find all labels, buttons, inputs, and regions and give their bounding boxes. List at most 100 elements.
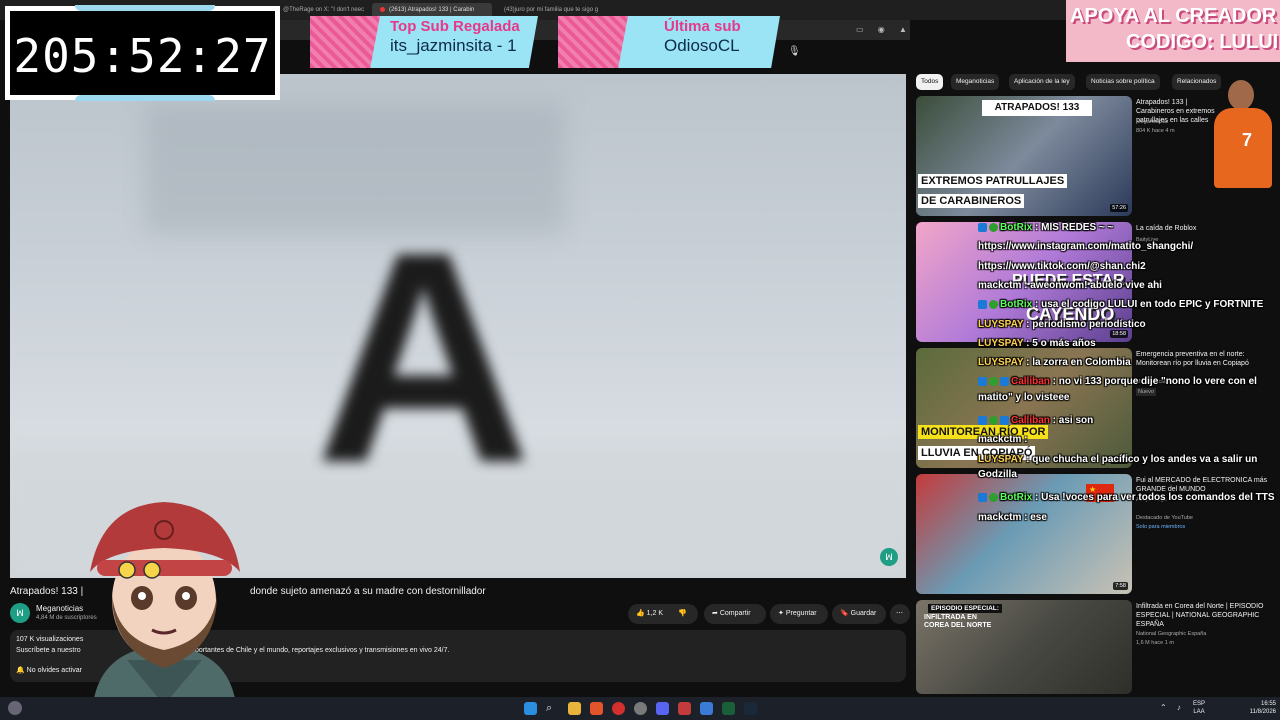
chat-username[interactable]: mackctm xyxy=(978,280,1021,291)
chat-badge-icon xyxy=(989,300,998,310)
chat-message: Calliban : no vi 133 porque dije "nono l… xyxy=(978,374,1278,405)
chat-text: asi son xyxy=(1058,415,1094,426)
start-icon[interactable] xyxy=(524,702,537,715)
video-duration: 7:58 xyxy=(1113,582,1128,590)
system-tray[interactable]: ⌃ ♪ xyxy=(1160,703,1185,712)
thumbs-down-icon[interactable]: 👎 xyxy=(678,604,687,624)
youtube-icon xyxy=(380,6,385,12)
chat-separator: : xyxy=(1049,376,1059,388)
chat-username[interactable]: LUYSPAY xyxy=(978,454,1023,465)
save-button[interactable]: 🔖 Guardar xyxy=(832,604,886,624)
brave-browser-icon[interactable] xyxy=(590,702,603,715)
bell-icon: 🔔 xyxy=(16,667,25,674)
search-icon[interactable]: ⌕ xyxy=(546,702,559,715)
chip-aplicacion-ley[interactable]: Aplicación de la ley xyxy=(1009,74,1075,90)
like-button[interactable]: 👍 1,2 K 👎 xyxy=(628,604,698,624)
chat-message: Calliban : asi son xyxy=(978,413,1278,429)
chat-message: BotRix : usa el codigo LULUI en todo EPI… xyxy=(978,297,1278,313)
chat-username[interactable]: mackctm xyxy=(978,434,1021,445)
chat-username[interactable]: mackctm xyxy=(978,512,1021,523)
weather-icon[interactable] xyxy=(8,701,22,715)
chat-separator: : xyxy=(1021,511,1031,523)
chat-username[interactable]: BotRix xyxy=(1000,492,1032,503)
chat-badge-icon xyxy=(978,300,987,310)
chat-badge-icon xyxy=(989,415,998,425)
media-player-icon[interactable] xyxy=(612,702,625,715)
app-icon[interactable] xyxy=(700,702,713,715)
chat-text: la zorra en Colombia xyxy=(1032,357,1131,369)
chat-username[interactable]: BotRix xyxy=(1000,222,1032,233)
video-frame-letter: A xyxy=(315,189,532,525)
thumbs-up-icon: 👍 xyxy=(636,610,645,617)
keyboard-language[interactable]: ESP LAA xyxy=(1193,700,1205,716)
discord-icon[interactable] xyxy=(656,702,669,715)
chat-username[interactable]: Calliban xyxy=(1011,415,1050,426)
recommendation-item[interactable]: EPISODIO ESPECIAL: INFILTRADA EN COREA D… xyxy=(916,600,1280,694)
support-code: CODIGO: LULUI xyxy=(1126,31,1279,53)
video-thumbnail[interactable]: ATRAPADOS! 133 EXTREMOS PATRULLAJES DE C… xyxy=(916,96,1132,216)
timer-accent xyxy=(75,5,215,11)
windows-taskbar: ⌕ ⌃ ♪ ESP LAA 16:55 11/8/2026 xyxy=(0,697,1280,720)
share-button[interactable]: ➦ Compartir xyxy=(704,604,766,624)
chat-badge-icon xyxy=(978,377,987,387)
ask-button[interactable]: ✦ Preguntar xyxy=(770,604,828,624)
chat-badge-icon xyxy=(989,377,998,387)
chip-meganoticias[interactable]: Meganoticias xyxy=(951,74,1000,90)
extension-icons[interactable]: ▭ ◉ ▲ xyxy=(856,25,913,34)
channel-avatar[interactable]: ꟽ xyxy=(10,603,30,623)
taskbar-clock[interactable]: 16:55 11/8/2026 xyxy=(1236,700,1276,716)
obs-icon[interactable] xyxy=(634,702,647,715)
recommendation-item[interactable]: ATRAPADOS! 133 EXTREMOS PATRULLAJES DE C… xyxy=(916,80,1280,216)
chat-badge-icon xyxy=(989,493,998,503)
chat-separator: : xyxy=(1023,337,1033,349)
chat-message: BotRix : MIS REDES ~ ~ xyxy=(978,220,1278,236)
chat-text: periodismo periodístico xyxy=(1032,318,1146,330)
chat-badge-icon xyxy=(989,222,998,232)
timer-panel: 205:52:27 xyxy=(10,11,275,95)
thumbnail-text: EXTREMOS PATRULLAJES xyxy=(918,174,1068,188)
thumbnail-text: EPISODIO ESPECIAL: xyxy=(928,604,1002,613)
top-sub-box: Top Sub Regalada its_jazminsita - 1 xyxy=(310,16,538,68)
chat-text: https://www.instagram.com/matito_shangch… xyxy=(978,241,1194,253)
support-line: APOYA AL CREADOR xyxy=(1070,5,1277,27)
chat-message: BotRix : Usa !voces para ver todos los c… xyxy=(978,490,1278,506)
app-icon[interactable] xyxy=(722,702,735,715)
recommendation-channel[interactable]: National Geographic España xyxy=(1136,630,1206,638)
chat-message: mackctm : xyxy=(978,432,1278,448)
more-icon: ⋯ xyxy=(896,610,903,617)
chat-username[interactable]: LUYSPAY xyxy=(978,338,1023,349)
chat-separator: : xyxy=(1021,434,1028,446)
chat-text: ese xyxy=(1030,511,1047,523)
chat-username[interactable]: LUYSPAY xyxy=(978,357,1023,368)
chat-username[interactable]: LUYSPAY xyxy=(978,319,1023,330)
video-thumbnail[interactable]: EPISODIO ESPECIAL: INFILTRADA EN COREA D… xyxy=(916,600,1132,694)
file-explorer-icon[interactable] xyxy=(568,702,581,715)
chat-username[interactable]: Calliban xyxy=(1011,376,1050,387)
chat-badge-icon xyxy=(1000,415,1009,425)
bookmark-icon: 🔖 xyxy=(840,610,849,617)
app-icon[interactable] xyxy=(678,702,691,715)
recommendation-channel[interactable]: Meganoticias xyxy=(1136,118,1168,126)
chip-todos[interactable]: Todos xyxy=(916,74,944,90)
channel-watermark-icon[interactable]: ꟽ xyxy=(880,548,898,566)
share-icon: ➦ xyxy=(712,610,718,617)
stream-timer: 205:52:27 xyxy=(5,5,280,101)
description-line: Suscríbete a nuestro xyxy=(16,647,81,654)
chat-message: LUYSPAY : 5 o más años xyxy=(978,336,1278,352)
chat-badge-icon xyxy=(978,415,987,425)
support-creator-banner: APOYA AL CREADOR CODIGO: LULUI xyxy=(1066,0,1280,62)
steam-icon[interactable] xyxy=(744,702,757,715)
chat-username[interactable]: BotRix xyxy=(1000,299,1032,310)
chip-politica[interactable]: Noticias sobre política xyxy=(1086,74,1160,90)
chat-text: Usa !voces para ver todos los comandos d… xyxy=(1041,492,1275,504)
chat-message: LUYSPAY : la zorra en Colombia xyxy=(978,355,1278,371)
chat-text: MIS REDES ~ ~ xyxy=(1041,222,1114,233)
thumbnail-badge: ATRAPADOS! 133 xyxy=(982,100,1092,116)
microphone-icon[interactable]: 🎙 xyxy=(788,46,802,60)
recommendation-title[interactable]: Infiltrada en Corea del Norte | EPISODIO… xyxy=(1136,602,1276,629)
chat-message: https://www.tiktok.com/@shan.chi2 xyxy=(978,259,1278,275)
more-options-button[interactable]: ⋯ xyxy=(890,604,910,624)
chat-text: aweonwom! abuelo vive ahi xyxy=(1030,279,1162,291)
chat-separator: : xyxy=(1021,279,1031,291)
last-sub-value: OdiosoCL xyxy=(664,36,740,55)
